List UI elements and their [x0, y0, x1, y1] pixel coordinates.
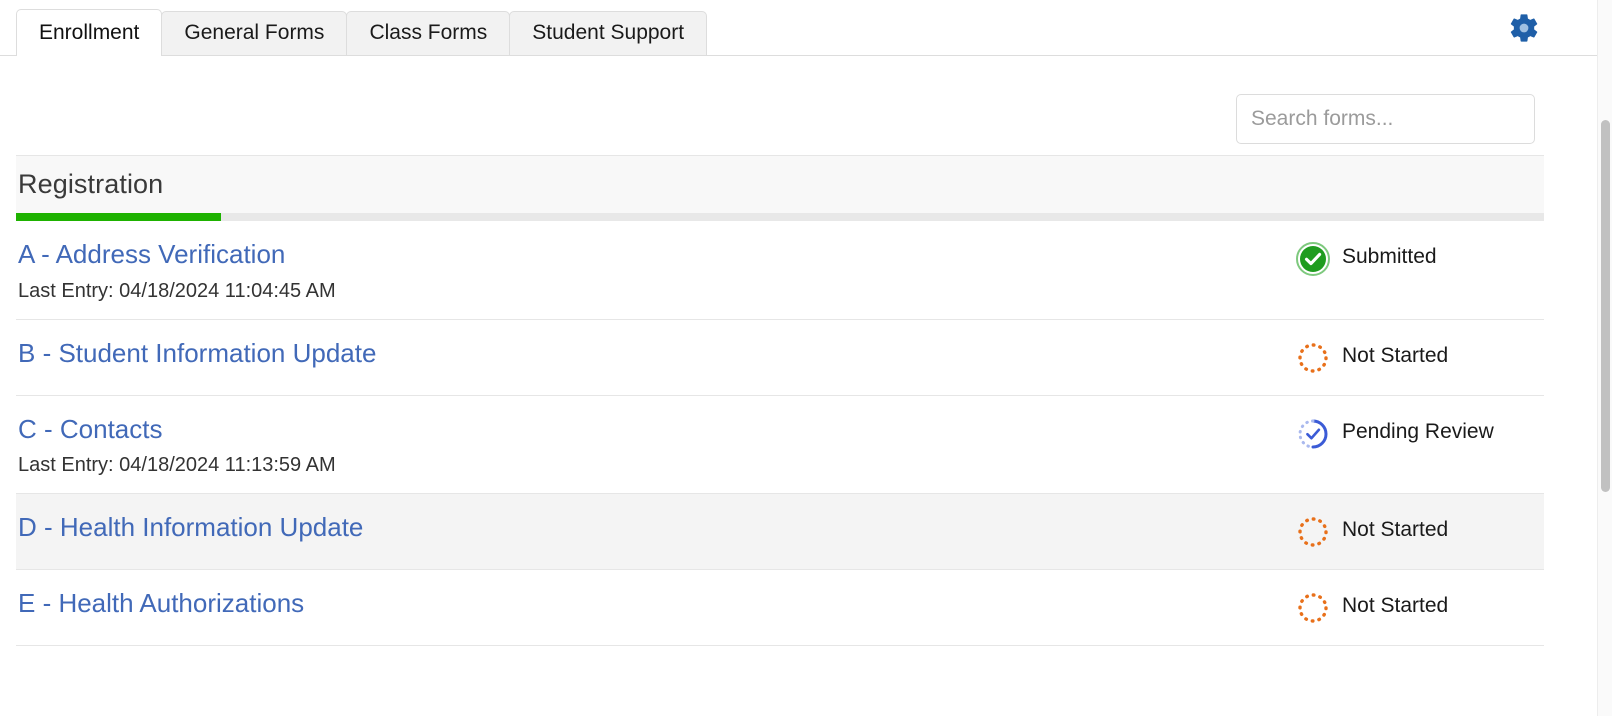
tab-student-support[interactable]: Student Support: [509, 11, 708, 55]
search-input[interactable]: [1236, 94, 1535, 144]
form-last-entry: Last Entry: 04/18/2024 11:04:45 AM: [18, 279, 336, 302]
form-status: Not Started: [1296, 512, 1544, 549]
status-icon-wrap: [1296, 591, 1330, 625]
page-scrollbar-thumb[interactable]: [1601, 120, 1610, 492]
form-row-main: D - Health Information Update: [16, 512, 1296, 543]
form-status: Not Started: [1296, 338, 1544, 375]
status-icon-wrap: [1296, 515, 1330, 549]
form-row: A - Address Verification Last Entry: 04/1…: [16, 221, 1544, 320]
status-icon-wrap: [1296, 242, 1330, 276]
settings-button[interactable]: [1506, 10, 1542, 46]
status-label: Not Started: [1342, 343, 1449, 367]
tab-class-forms[interactable]: Class Forms: [346, 11, 511, 55]
section-header: Registration: [16, 155, 1544, 213]
form-row: B - Student Information Update Not Starte…: [16, 320, 1544, 396]
form-row: D - Health Information Update Not Started: [16, 494, 1544, 571]
form-last-entry: Last Entry: 04/18/2024 11:13:59 AM: [18, 454, 336, 477]
form-row: E - Health Authorizations Not Started: [16, 570, 1544, 647]
check-circle-filled-icon: [1296, 242, 1330, 276]
form-row-main: A - Address Verification Last Entry: 04/1…: [16, 239, 1296, 303]
status-label: Submitted: [1342, 245, 1437, 268]
form-status: Submitted: [1296, 239, 1544, 276]
status-icon-wrap: [1296, 341, 1330, 375]
form-status: Not Started: [1296, 588, 1544, 625]
form-link[interactable]: B - Student Information Update: [18, 338, 376, 369]
form-status: Pending Review: [1296, 414, 1544, 451]
dotted-circle-icon: [1298, 342, 1328, 373]
search-box: [1236, 94, 1535, 144]
form-link[interactable]: D - Health Information Update: [18, 512, 363, 543]
tab-general-forms[interactable]: General Forms: [161, 11, 348, 55]
tab-bar: Enrollment General Forms Class Forms Studen…: [0, 0, 1600, 56]
gear-icon: [1510, 14, 1538, 42]
status-label: Pending Review: [1342, 419, 1494, 443]
status-icon-wrap: [1296, 417, 1330, 451]
form-row-main: B - Student Information Update: [16, 338, 1296, 369]
page-scrollbar[interactable]: [1597, 0, 1612, 716]
tab-list: Enrollment General Forms Class Forms Studen…: [16, 0, 708, 56]
status-label: Not Started: [1342, 594, 1449, 618]
dashed-check-circle-icon: [1298, 419, 1328, 449]
tab-enrollment[interactable]: Enrollment: [16, 9, 163, 56]
section-progress-fill: [16, 213, 221, 221]
form-row: C - Contacts Last Entry: 04/18/2024 11:13…: [16, 396, 1544, 495]
form-link[interactable]: E - Health Authorizations: [18, 588, 304, 619]
status-label: Not Started: [1342, 518, 1449, 542]
form-row-main: C - Contacts Last Entry: 04/18/2024 11:13…: [16, 414, 1296, 478]
registration-section: Registration: [16, 155, 1544, 221]
forms-list: A - Address Verification Last Entry: 04/1…: [16, 221, 1544, 647]
section-progress-bar: [16, 213, 1544, 221]
dotted-circle-icon: [1298, 517, 1328, 548]
form-link[interactable]: C - Contacts: [18, 414, 163, 445]
form-link[interactable]: A - Address Verification: [18, 239, 285, 270]
forms-page: Enrollment General Forms Class Forms Studen…: [0, 0, 1612, 716]
section-title: Registration: [18, 169, 164, 199]
form-row-main: E - Health Authorizations: [16, 588, 1296, 619]
dotted-circle-icon: [1298, 593, 1328, 624]
